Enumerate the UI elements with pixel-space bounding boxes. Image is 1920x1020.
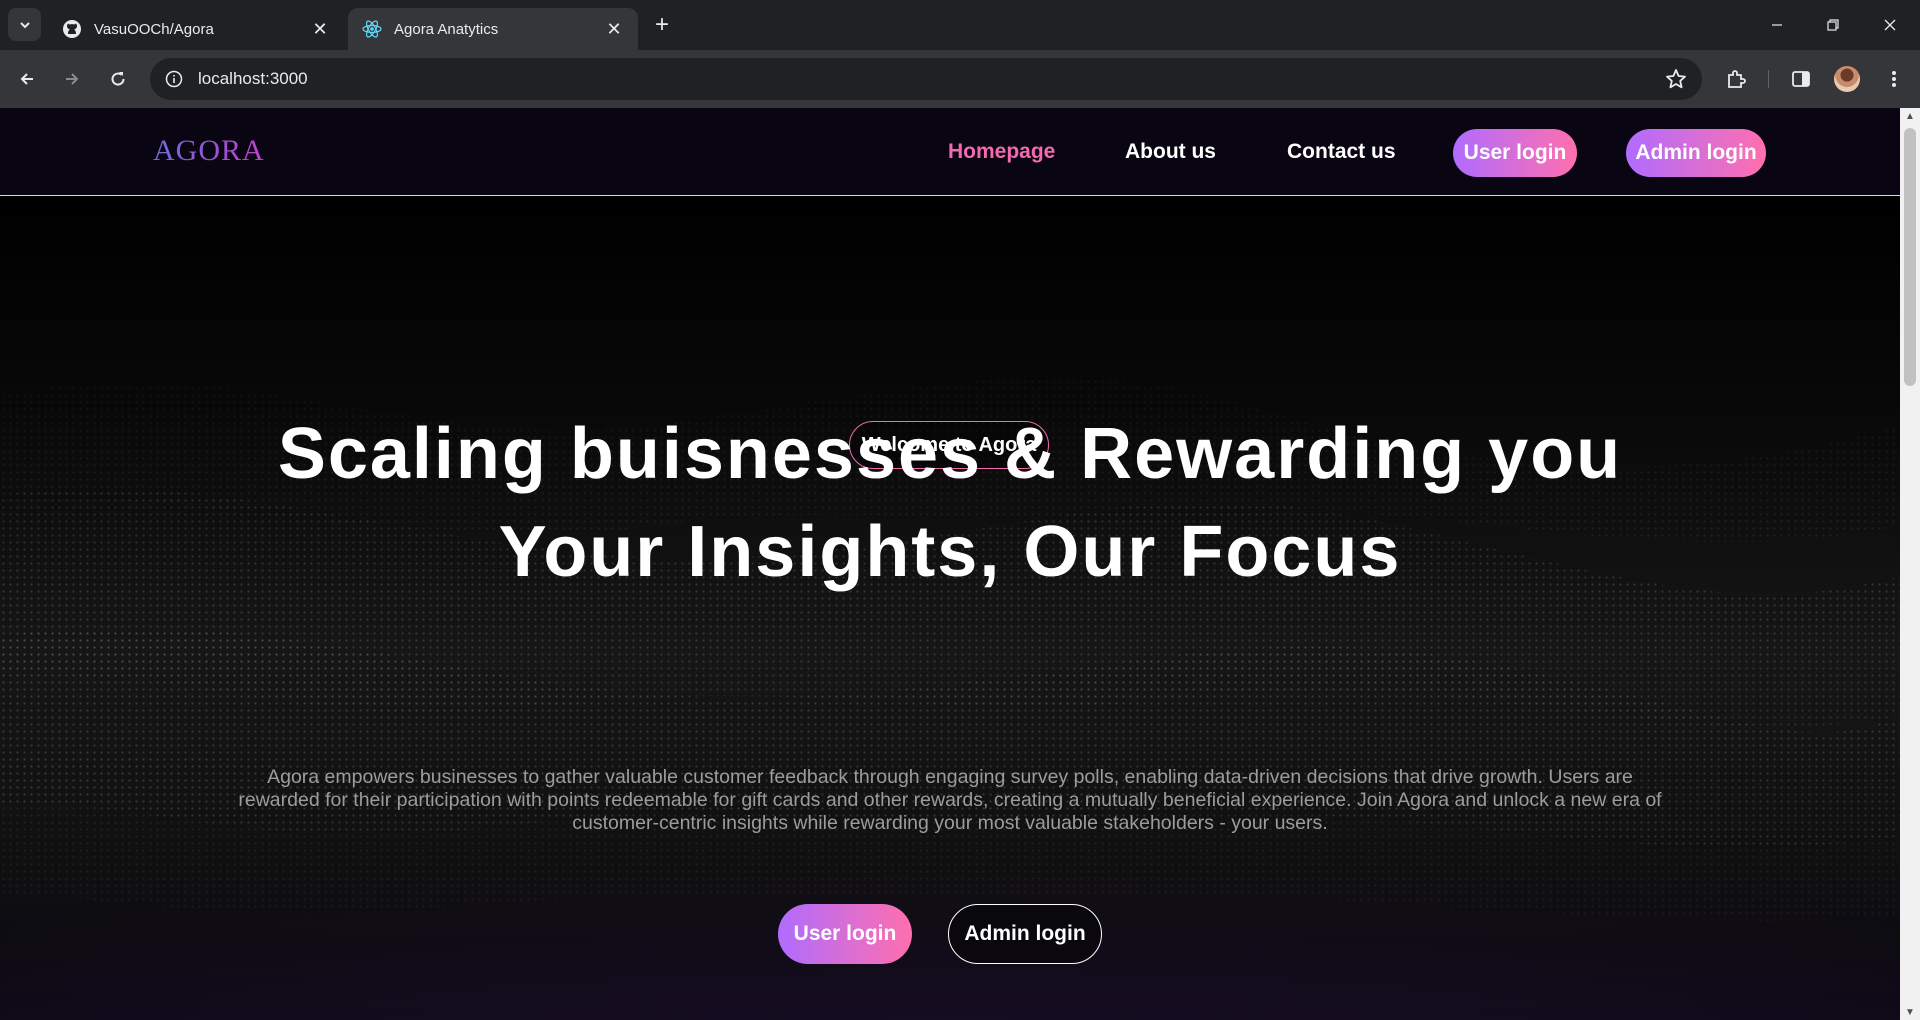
tab-github[interactable]: VasuOOCh/Agora ✕ bbox=[48, 8, 344, 50]
hero-section bbox=[0, 196, 1900, 1020]
reload-icon[interactable] bbox=[103, 64, 133, 94]
hero-headline-line2: Your Insights, Our Focus bbox=[498, 512, 1402, 592]
tab-title: Agora Anatytics bbox=[394, 20, 499, 38]
restore-icon[interactable] bbox=[1818, 10, 1848, 40]
scroll-up-icon[interactable]: ▲ bbox=[1900, 108, 1920, 124]
close-tab-icon[interactable]: ✕ bbox=[310, 19, 330, 39]
site-info-icon[interactable] bbox=[162, 67, 186, 91]
nav-user-login-button[interactable]: User login bbox=[1453, 129, 1577, 177]
address-bar[interactable]: localhost:3000 bbox=[150, 58, 1702, 100]
close-tab-icon[interactable]: ✕ bbox=[604, 19, 624, 39]
particle-wave-background bbox=[0, 377, 1900, 921]
hero-user-login-button[interactable]: User login bbox=[778, 904, 912, 964]
site-logo[interactable]: AGORA bbox=[153, 134, 265, 168]
hero-description-line: Agora empowers businesses to gather valu… bbox=[267, 766, 1633, 788]
scrollbar-thumb[interactable] bbox=[1904, 128, 1916, 386]
tab-title: VasuOOCh/Agora bbox=[94, 20, 214, 38]
browser-toolbar: localhost:3000 bbox=[0, 50, 1920, 108]
back-arrow-icon[interactable] bbox=[12, 64, 42, 94]
new-tab-icon[interactable]: + bbox=[650, 11, 674, 38]
browser-tabstrip: VasuOOCh/Agora ✕ Agora Anatytics ✕ + bbox=[0, 0, 1920, 50]
side-panel-icon[interactable] bbox=[1787, 65, 1815, 93]
chevron-down-icon bbox=[19, 21, 30, 28]
hero-headline-line1: Scaling buisnesses & Rewarding you bbox=[277, 414, 1623, 494]
nav-contact-link[interactable]: Contact us bbox=[1287, 140, 1396, 164]
page-scrollbar[interactable]: ▲ ▼ bbox=[1900, 108, 1920, 1020]
hero-description-line: customer-centric insights while rewardin… bbox=[572, 812, 1328, 834]
site-navbar: AGORA Homepage About us Contact us User … bbox=[0, 108, 1900, 196]
hero-description-line: rewarded for their participation with po… bbox=[238, 789, 1662, 811]
tab-agora[interactable]: Agora Anatytics ✕ bbox=[348, 8, 638, 50]
url-text: localhost:3000 bbox=[198, 69, 308, 88]
github-icon bbox=[62, 19, 82, 39]
minimize-icon[interactable] bbox=[1762, 10, 1792, 40]
bookmark-star-icon[interactable] bbox=[1664, 67, 1688, 91]
toolbar-divider bbox=[1768, 70, 1769, 88]
hero-description: Agora empowers businesses to gather valu… bbox=[210, 766, 1690, 835]
extensions-icon[interactable] bbox=[1722, 65, 1750, 93]
nav-about-link[interactable]: About us bbox=[1125, 140, 1216, 164]
scroll-down-icon[interactable]: ▼ bbox=[1900, 1004, 1920, 1020]
tab-search-button[interactable] bbox=[8, 8, 41, 41]
nav-homepage-link[interactable]: Homepage bbox=[948, 140, 1055, 164]
close-window-icon[interactable] bbox=[1875, 10, 1905, 40]
page-viewport: AGORA Homepage About us Contact us User … bbox=[0, 108, 1900, 1020]
menu-kebab-icon[interactable] bbox=[1880, 65, 1908, 93]
react-icon bbox=[362, 19, 382, 39]
nav-admin-login-button[interactable]: Admin login bbox=[1626, 129, 1766, 177]
profile-avatar[interactable] bbox=[1834, 66, 1860, 92]
hero-admin-login-button[interactable]: Admin login bbox=[948, 904, 1102, 964]
forward-arrow-icon[interactable] bbox=[57, 64, 87, 94]
